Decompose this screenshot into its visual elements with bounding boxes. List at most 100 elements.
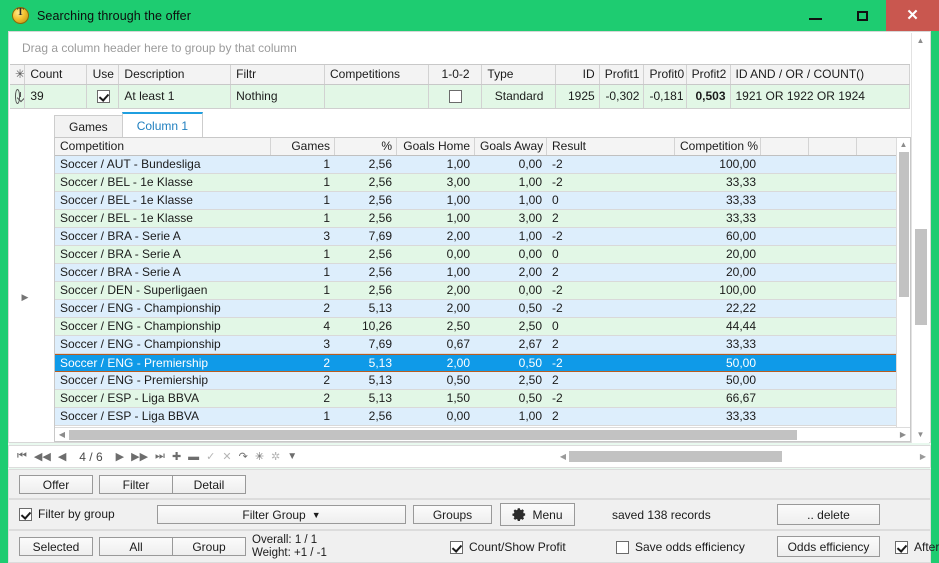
table-row[interactable]: Soccer / BRA - Serie A37,692,001,00-260,… xyxy=(55,228,910,246)
close-button[interactable]: ✕ xyxy=(886,0,939,31)
card-scroll-down-icon[interactable]: ▼ xyxy=(912,427,929,443)
master-cell[interactable]: 0,503 xyxy=(687,85,731,108)
table-row[interactable]: Soccer / BRA - Serie A12,561,002,00220,0… xyxy=(55,264,910,282)
next-record-icon[interactable]: ▶ xyxy=(116,450,124,463)
offer-button[interactable]: Offer xyxy=(19,475,93,494)
detail-col-header[interactable] xyxy=(761,138,809,155)
delete-record-icon[interactable]: ▬ xyxy=(188,451,199,463)
detail-col-header[interactable]: % xyxy=(335,138,397,155)
table-row[interactable]: Soccer / DEN - Superligaen12,562,000,00-… xyxy=(55,282,910,300)
master-cell[interactable] xyxy=(325,85,429,108)
detail-grid-hscrollbar[interactable]: ◀ ▶ xyxy=(55,427,910,441)
menu-button[interactable]: Menu xyxy=(500,503,575,526)
master-col-header[interactable]: ID xyxy=(556,65,600,84)
delete-button[interactable]: .. delete xyxy=(777,504,880,525)
detail-col-header[interactable] xyxy=(809,138,857,155)
hscroll-track[interactable] xyxy=(69,430,896,440)
master-col-header[interactable]: Profit1 xyxy=(600,65,645,84)
master-col-header[interactable]: Filtr xyxy=(231,65,325,84)
filter-icon[interactable]: ▼ xyxy=(287,451,297,462)
master-col-header[interactable]: 1-0-2 xyxy=(429,65,483,84)
table-row[interactable]: Soccer / ESP - Liga BBVA25,131,500,50-26… xyxy=(55,390,910,408)
prior-page-icon[interactable]: ◀◀ xyxy=(34,450,51,463)
group-by-box[interactable]: Drag a column header here to group by th… xyxy=(10,33,910,63)
scroll-right-icon[interactable]: ▶ xyxy=(896,430,910,439)
scroll-up-icon[interactable]: ▲ xyxy=(897,138,910,151)
detail-col-header[interactable]: Goals Away xyxy=(475,138,547,155)
table-row[interactable]: Soccer / ENG - Championship25,132,000,50… xyxy=(55,300,910,318)
master-cell[interactable]: 1925 xyxy=(556,85,600,108)
master-col-header[interactable]: Profit2 xyxy=(687,65,731,84)
groups-button[interactable]: Groups xyxy=(413,505,492,524)
filter-by-group-checkbox[interactable]: Filter by group xyxy=(19,507,115,521)
table-row[interactable]: Soccer / ESP - Liga BBVA12,560,001,00233… xyxy=(55,408,910,426)
first-record-icon[interactable]: ⏮ xyxy=(17,450,27,463)
table-row[interactable]: Soccer / ENG - Premiership25,130,502,502… xyxy=(55,372,910,390)
master-col-header[interactable]: Competitions xyxy=(325,65,429,84)
master-cell[interactable]: Nothing xyxy=(231,85,325,108)
master-cell[interactable]: -0,302 xyxy=(600,85,645,108)
table-row[interactable]: Soccer / AUT - Bundesliga12,561,000,00-2… xyxy=(55,156,910,174)
master-card-vscrollbar[interactable]: ▲ ▼ xyxy=(911,33,929,443)
master-col-header[interactable]: Description xyxy=(119,65,231,84)
all-button[interactable]: All xyxy=(99,537,173,556)
selected-button[interactable]: Selected xyxy=(19,537,93,556)
master-cell[interactable]: 39 xyxy=(25,85,87,108)
maximize-button[interactable] xyxy=(839,0,886,31)
count-show-profit-checkbox[interactable]: Count/Show Profit xyxy=(450,540,566,554)
nav-hscroll-thumb[interactable] xyxy=(569,451,782,462)
table-row[interactable]: Soccer / BRA - Serie A12,560,000,00020,0… xyxy=(55,246,910,264)
odds-efficiency-button[interactable]: Odds efficiency xyxy=(777,536,880,557)
detail-col-header[interactable]: Competition xyxy=(55,138,271,155)
post-edit-icon[interactable]: ✓ xyxy=(206,450,215,463)
save-odds-efficiency-checkbox[interactable]: Save odds efficiency xyxy=(616,540,745,554)
master-cell[interactable]: At least 1 xyxy=(119,85,231,108)
card-vscroll-thumb[interactable] xyxy=(915,229,927,325)
detail-button[interactable]: Detail xyxy=(172,475,246,494)
after-checkbox[interactable]: After xyxy=(895,540,939,554)
group-button[interactable]: Group xyxy=(172,537,246,556)
apply-icon[interactable]: ✳ xyxy=(255,450,264,463)
table-row[interactable]: Soccer / BEL - 1e Klasse12,561,001,00033… xyxy=(55,192,910,210)
nav-scroll-right-icon[interactable]: ▶ xyxy=(916,452,930,461)
scroll-left-icon[interactable]: ◀ xyxy=(55,430,69,439)
master-cell[interactable]: Standard xyxy=(482,85,555,108)
vscroll-thumb[interactable] xyxy=(899,152,909,297)
filter-button[interactable]: Filter xyxy=(99,475,173,494)
master-cell[interactable]: -0,181 xyxy=(644,85,686,108)
master-grid-row[interactable]: 39 At least 1Nothing Standard1925-0,302-0,… xyxy=(10,85,910,109)
table-row[interactable]: Soccer / ENG - Championship410,262,502,5… xyxy=(55,318,910,336)
insert-record-icon[interactable]: ✚ xyxy=(172,450,181,463)
filter-group-dropdown[interactable]: Filter Group ▼ xyxy=(157,505,406,524)
table-row[interactable]: Soccer / ENG - Championship37,690,672,67… xyxy=(55,336,910,354)
master-col-header[interactable]: Use xyxy=(87,65,119,84)
record-expand-icon[interactable] xyxy=(10,85,25,108)
last-record-icon[interactable]: ⏭ xyxy=(155,450,165,463)
table-row[interactable]: Soccer / BEL - 1e Klasse12,561,003,00233… xyxy=(55,210,910,228)
refresh-icon[interactable]: ↷ xyxy=(239,450,248,463)
detail-col-header[interactable]: Competition % xyxy=(675,138,761,155)
nav-scroll-left-icon[interactable]: ◀ xyxy=(557,452,569,461)
master-col-header[interactable]: Count xyxy=(25,65,87,84)
use-checkbox[interactable] xyxy=(87,85,119,108)
master-col-header[interactable]: ✳ xyxy=(10,65,25,84)
one-zero-two-checkbox[interactable] xyxy=(429,85,483,108)
master-col-header[interactable]: ID AND / OR / COUNT() xyxy=(731,65,911,84)
minimize-button[interactable] xyxy=(792,0,839,31)
card-scroll-up-icon[interactable]: ▲ xyxy=(912,33,929,49)
prior-record-icon[interactable]: ◀ xyxy=(58,450,66,463)
detail-col-header[interactable]: Result xyxy=(547,138,675,155)
hscroll-thumb[interactable] xyxy=(69,430,797,440)
navigator-hscrollbar[interactable]: ◀ xyxy=(557,450,912,463)
detail-col-header[interactable] xyxy=(857,138,897,155)
detail-grid-vscrollbar[interactable]: ▲ xyxy=(896,138,910,441)
next-page-icon[interactable]: ▶▶ xyxy=(131,450,148,463)
tab-column-1[interactable]: Column 1 xyxy=(122,112,203,137)
detail-expand-icon[interactable]: ▶ xyxy=(19,290,31,304)
detail-col-header[interactable]: Games xyxy=(271,138,335,155)
master-col-header[interactable]: Type xyxy=(482,65,555,84)
table-row[interactable]: Soccer / ENG - Premiership25,132,000,50-… xyxy=(55,354,910,372)
detail-col-header[interactable]: Goals Home xyxy=(397,138,475,155)
master-col-header[interactable]: Profit0 xyxy=(644,65,686,84)
tab-games[interactable]: Games xyxy=(54,115,123,137)
